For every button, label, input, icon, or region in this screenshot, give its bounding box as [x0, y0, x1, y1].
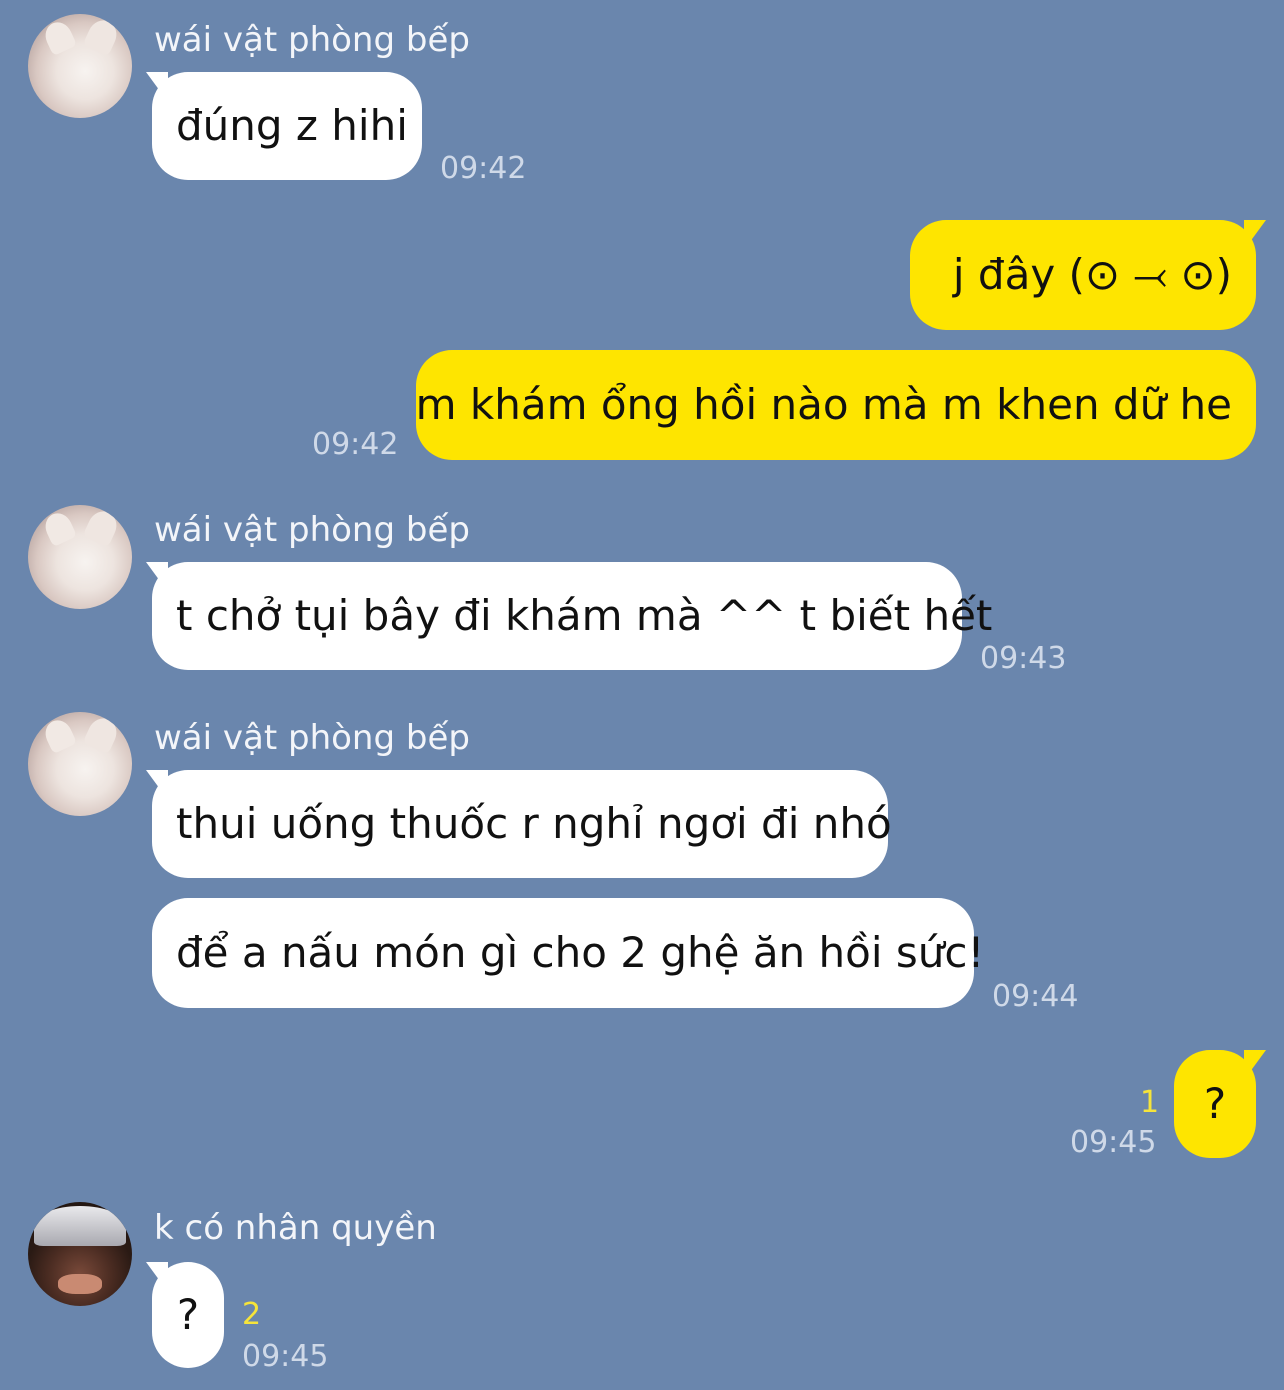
- avatar[interactable]: [28, 712, 132, 816]
- unread-count: 1: [1140, 1085, 1160, 1120]
- timestamp: 09:43: [980, 641, 1067, 676]
- avatar[interactable]: [28, 14, 132, 118]
- sender-name: wái vật phòng bếp: [154, 20, 470, 60]
- message-bubble[interactable]: m khám ổng hồi nào mà m khen dữ he: [416, 350, 1256, 460]
- sender-name: wái vật phòng bếp: [154, 510, 470, 550]
- message-bubble[interactable]: đúng z hihi: [152, 72, 422, 180]
- timestamp: 09:44: [992, 979, 1079, 1014]
- timestamp: 09:45: [1070, 1125, 1157, 1160]
- message-bubble[interactable]: ?: [152, 1262, 224, 1368]
- unread-count: 2: [242, 1297, 262, 1332]
- message-bubble[interactable]: thui uống thuốc r nghỉ ngơi đi nhó: [152, 770, 892, 878]
- avatar[interactable]: [28, 505, 132, 609]
- timestamp: 09:42: [312, 427, 399, 462]
- timestamp: 09:45: [242, 1339, 329, 1374]
- avatar[interactable]: [28, 1202, 132, 1306]
- timestamp: 09:42: [440, 151, 527, 186]
- sender-name: wái vật phòng bếp: [154, 718, 470, 758]
- sender-name: k có nhân quyền: [154, 1208, 437, 1248]
- message-bubble[interactable]: để a nấu món gì cho 2 ghệ ăn hồi sức!: [152, 898, 984, 1008]
- message-bubble[interactable]: j đây (⊙ ⤙ ⊙): [910, 220, 1256, 330]
- message-bubble[interactable]: ?: [1174, 1050, 1256, 1158]
- message-bubble[interactable]: t chở tụi bây đi khám mà ^^ t biết hết: [152, 562, 992, 670]
